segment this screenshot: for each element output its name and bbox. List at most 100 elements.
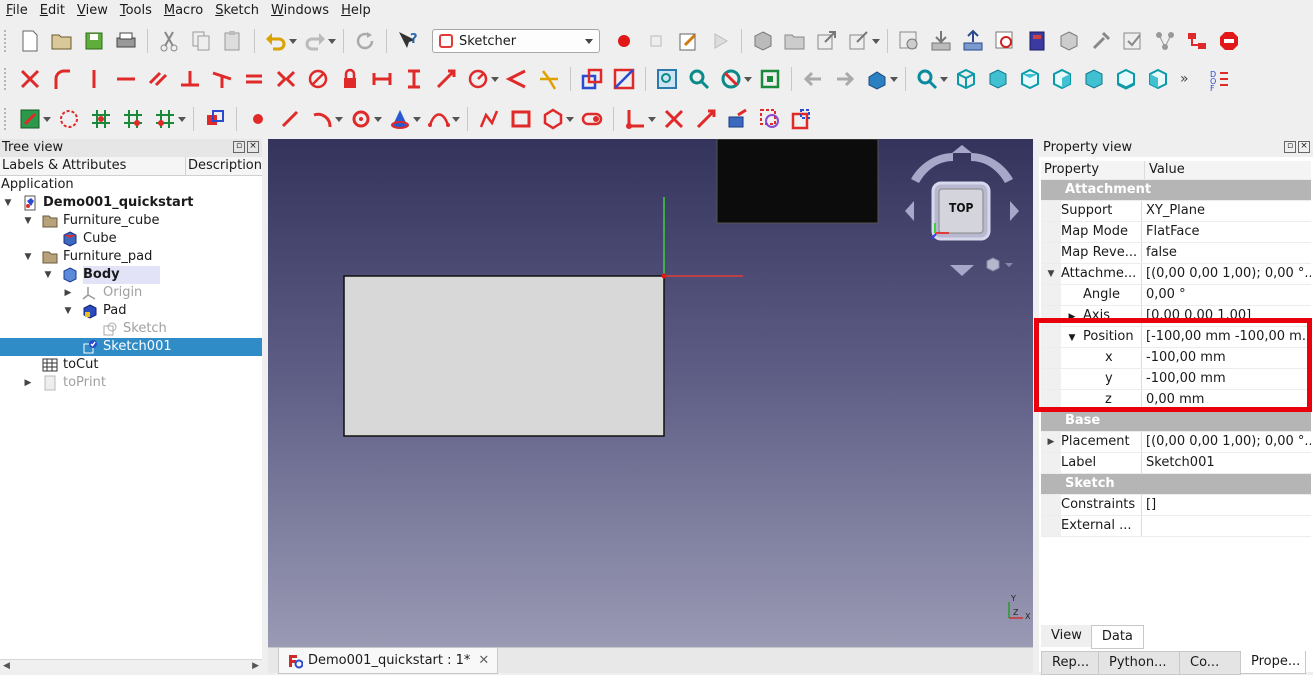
menu-macro[interactable]: Macro [158,0,209,22]
property-value[interactable]: false [1142,243,1311,263]
float-icon[interactable]: ▫ [1284,141,1296,153]
view-sketch-icon[interactable] [654,66,680,92]
circle-dropdown-icon[interactable] [374,106,382,132]
redo-icon[interactable] [302,28,328,54]
tab-report-view[interactable]: Rep... [1041,651,1099,675]
perpendicular-constraint-icon[interactable] [177,66,203,92]
trim-icon[interactable] [661,106,687,132]
construction-mode-icon[interactable] [789,106,815,132]
block-constraint-icon[interactable] [305,66,331,92]
horizontal-constraint-icon[interactable] [113,66,139,92]
menu-edit[interactable]: Edit [34,0,71,22]
grid-dropdown-icon[interactable] [178,106,186,132]
save-icon[interactable] [81,28,107,54]
expand-arrow-icon[interactable]: ▶ [63,284,73,302]
refresh-icon[interactable] [352,28,378,54]
tangent-constraint-icon[interactable] [209,66,235,92]
line-icon[interactable] [277,106,303,132]
polygon-dropdown-icon[interactable] [566,106,574,132]
tree-item-sketch[interactable]: Sketch [0,320,262,338]
nav-forward-icon[interactable] [832,66,858,92]
view-isometric-icon[interactable] [953,66,979,92]
new-document-icon[interactable] [17,28,43,54]
sketch-view-section-icon[interactable] [17,106,43,132]
rectangle-icon[interactable] [508,106,534,132]
bspline-dropdown-icon[interactable] [452,106,460,132]
grid-icon[interactable] [120,106,146,132]
sketch-merge-icon[interactable] [202,106,228,132]
solid-box-icon[interactable] [1056,28,1082,54]
property-row[interactable]: Map Mode FlatFace [1041,222,1311,243]
toggle-construction-icon[interactable] [579,66,605,92]
tree-item-pad[interactable]: ▼ Pad [0,302,262,320]
expand-arrow-icon[interactable]: ▼ [23,248,33,266]
menu-view[interactable]: View [71,0,114,22]
symmetric-constraint-icon[interactable] [273,66,299,92]
view-section-icon[interactable] [686,66,712,92]
macro-execute-icon[interactable] [707,28,733,54]
tab-data[interactable]: Data [1090,625,1144,649]
expand-arrow-icon[interactable]: ▼ [3,194,13,212]
tab-python-console[interactable]: Python... [1098,651,1180,675]
property-value[interactable]: 0,00 ° [1142,285,1311,305]
black-plane-object[interactable] [716,139,879,224]
bspline-icon[interactable] [426,106,452,132]
toolbar-overflow-icon[interactable]: » [1180,71,1189,87]
dof-icon[interactable]: DOF [1207,66,1233,92]
tree-horizontal-scrollbar[interactable]: ◀ ▶ [0,659,262,672]
tab-property-view[interactable]: Prope... [1240,651,1306,674]
angle-constraint-icon[interactable] [504,66,530,92]
view-rear-icon[interactable] [1081,66,1107,92]
undo-icon[interactable] [263,28,289,54]
fit-dropdown-icon[interactable] [940,66,948,92]
expand-arrow-icon[interactable]: ▼ [43,266,53,284]
view-top-icon[interactable] [1017,66,1043,92]
lock-constraint-icon[interactable] [337,66,363,92]
property-value[interactable]: FlatFace [1142,222,1311,242]
close-tab-icon[interactable]: ✕ [478,653,489,668]
property-row[interactable]: Support XY_Plane [1041,201,1311,222]
expand-arrow-icon[interactable]: ▶ [1041,432,1061,452]
reorient-sketch-icon[interactable] [757,66,783,92]
property-value[interactable]: Sketch001 [1142,453,1311,473]
conic-icon[interactable] [387,106,413,132]
view-left-icon[interactable] [1145,66,1171,92]
macro-record-icon[interactable] [611,28,637,54]
rotate-right-icon[interactable] [1010,201,1019,221]
radius-constraint-icon[interactable] [465,66,491,92]
tree-item-origin[interactable]: ▶ Origin [0,284,262,302]
3d-view[interactable]: TOP Y Z X [268,139,1033,647]
expand-arrow-icon[interactable]: ▶ [23,374,33,392]
undo-dropdown-icon[interactable] [289,28,297,54]
view-bottom-icon[interactable] [1113,66,1139,92]
rotate-down-icon[interactable] [950,265,974,276]
property-group-attachment[interactable]: Attachment [1041,180,1311,201]
grid-snap-icon[interactable] [88,106,114,132]
property-value[interactable]: XY_Plane [1142,201,1311,221]
print-icon[interactable] [113,28,139,54]
expand-arrow-icon[interactable]: ▼ [63,302,73,320]
tools-icon[interactable] [1088,28,1114,54]
property-row[interactable]: Label Sketch001 [1041,453,1311,474]
toggle-driving-icon[interactable] [611,66,637,92]
export-icon[interactable] [960,28,986,54]
fit-all-icon[interactable] [914,66,940,92]
property-row[interactable]: ▼ Attachme... [(0,00 0,00 1,00); 0,00 °..… [1041,264,1311,285]
property-row[interactable]: External ... [1041,516,1311,537]
menu-windows[interactable]: Windows [265,0,335,22]
tab-combo-view[interactable]: Co... [1179,651,1241,675]
vertical-distance-icon[interactable] [401,66,427,92]
equal-constraint-icon[interactable] [241,66,267,92]
fillet-tool-icon[interactable] [622,106,648,132]
vertical-constraint-icon[interactable] [81,66,107,92]
tab-view[interactable]: View [1041,625,1092,647]
sketch-no-icon[interactable] [718,66,744,92]
std-views-icon[interactable] [864,66,890,92]
close-icon[interactable]: × [1298,141,1310,153]
fillet-dropdown-icon[interactable] [648,106,656,132]
sketch-rectangle[interactable] [343,275,665,437]
fillet-icon[interactable] [49,66,75,92]
radius-dropdown-icon[interactable] [491,66,499,92]
close-icon[interactable]: × [247,141,259,153]
scroll-right-icon[interactable]: ▶ [252,661,259,671]
